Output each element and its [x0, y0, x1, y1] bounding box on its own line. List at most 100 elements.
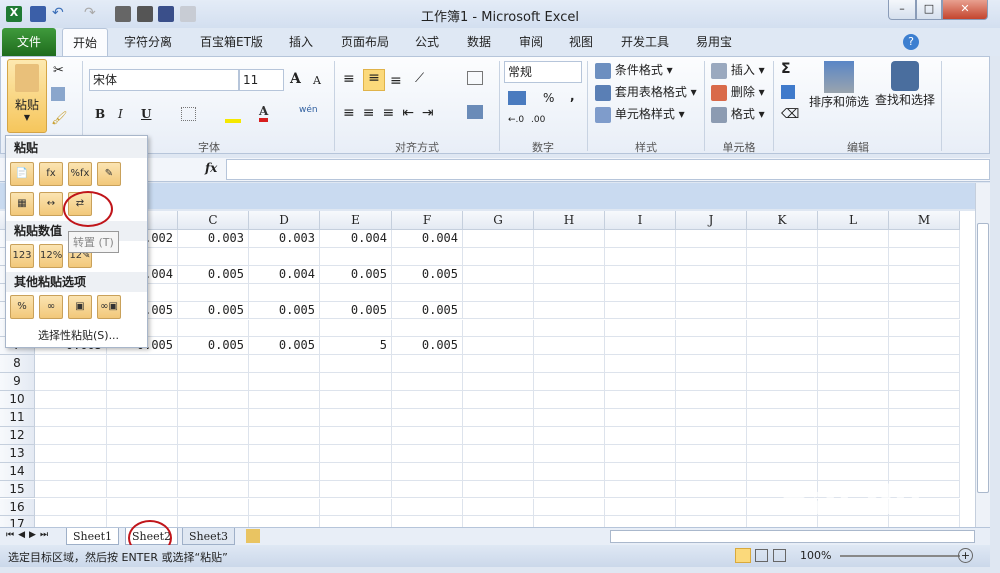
cell-I15[interactable] [605, 480, 676, 499]
cell-B16[interactable] [107, 498, 178, 517]
cell-F3[interactable]: 0.005 [392, 265, 463, 284]
cell-D12[interactable] [249, 426, 320, 445]
fx-icon[interactable]: fx [205, 161, 217, 175]
cell-I14[interactable] [605, 462, 676, 481]
cell-J7[interactable] [676, 337, 747, 356]
cell-F10[interactable] [392, 391, 463, 409]
cell-H10[interactable] [534, 391, 605, 409]
conditional-format-button[interactable]: 条件格式 ▾ [595, 61, 673, 79]
paste-option-icons2-1-icon[interactable]: ↔ [39, 192, 63, 216]
cell-G15[interactable] [463, 480, 534, 499]
vertical-scrollbar[interactable] [975, 183, 990, 528]
cell-L13[interactable] [818, 444, 889, 463]
cell-J5[interactable] [676, 301, 747, 320]
font-color-button[interactable]: A [259, 104, 269, 122]
cell-H4[interactable] [534, 283, 605, 302]
page-layout-view-icon[interactable] [755, 549, 768, 562]
cell-D8[interactable] [249, 355, 320, 374]
row-header[interactable]: 9 [0, 373, 35, 392]
cell-F14[interactable] [392, 462, 463, 481]
cell-D14[interactable] [249, 462, 320, 481]
font-name-select[interactable]: 宋体 [89, 69, 239, 91]
cell-M17[interactable] [889, 516, 960, 527]
merge-icon[interactable] [467, 105, 483, 119]
delete-cells-button[interactable]: 删除 ▾ [711, 83, 765, 101]
cell-J6[interactable] [676, 319, 747, 338]
cell-J11[interactable] [676, 409, 747, 427]
cell-K4[interactable] [747, 283, 818, 302]
align-middle-icon[interactable]: ≡ [363, 69, 385, 91]
cell-D1[interactable]: 0.003 [249, 230, 320, 248]
cell-G7[interactable] [463, 337, 534, 356]
column-header-j[interactable]: J [676, 211, 747, 230]
cell-F4[interactable] [392, 283, 463, 302]
cell-F1[interactable]: 0.004 [392, 230, 463, 248]
percent-button[interactable]: % [543, 91, 554, 105]
cell-K5[interactable] [747, 301, 818, 320]
cell-M14[interactable] [889, 462, 960, 481]
cell-K8[interactable] [747, 355, 818, 374]
align-top-icon[interactable]: ≡ [343, 71, 355, 87]
cell-E3[interactable]: 0.005 [320, 265, 392, 284]
cell-G8[interactable] [463, 355, 534, 374]
cell-G3[interactable] [463, 265, 534, 284]
cell-K10[interactable] [747, 391, 818, 409]
cell-I12[interactable] [605, 426, 676, 445]
cell-K1[interactable] [747, 230, 818, 248]
tab-view[interactable]: 视图 [559, 28, 603, 56]
italic-button[interactable]: I [118, 107, 123, 121]
cell-F2[interactable] [392, 247, 463, 266]
cell-D13[interactable] [249, 444, 320, 463]
cell-E4[interactable] [320, 283, 392, 302]
cell-M5[interactable] [889, 301, 960, 320]
cell-M15[interactable] [889, 480, 960, 499]
tab-file[interactable]: 文件 [2, 28, 56, 56]
cell-C17[interactable] [178, 516, 249, 527]
cell-J15[interactable] [676, 480, 747, 499]
cell-J10[interactable] [676, 391, 747, 409]
cell-B12[interactable] [107, 426, 178, 445]
cell-B11[interactable] [107, 409, 178, 427]
tab-data[interactable]: 数据 [457, 28, 501, 56]
font-size-select[interactable]: 11 [239, 69, 284, 91]
tab-developer[interactable]: 开发工具 [611, 28, 679, 56]
cell-I17[interactable] [605, 516, 676, 527]
row-header[interactable]: 15 [0, 480, 35, 499]
horizontal-scrollbar[interactable] [610, 530, 975, 543]
zoom-in-icon[interactable]: + [958, 548, 973, 563]
paste-option-icons3-1-icon[interactable]: 12% [39, 244, 63, 268]
cell-K3[interactable] [747, 265, 818, 284]
cell-E2[interactable] [320, 247, 392, 266]
cell-K6[interactable] [747, 319, 818, 338]
paste-option-icons2-0-icon[interactable]: ▦ [10, 192, 34, 216]
cell-J2[interactable] [676, 247, 747, 266]
paste-option-icons4-2-icon[interactable]: ▣ [68, 295, 92, 319]
cell-B15[interactable] [107, 480, 178, 499]
orientation-icon[interactable]: ⟋ [415, 71, 424, 86]
cell-G16[interactable] [463, 498, 534, 517]
cell-G9[interactable] [463, 373, 534, 392]
column-header-f[interactable]: F [392, 211, 463, 230]
cell-L10[interactable] [818, 391, 889, 409]
cell-K17[interactable] [747, 516, 818, 527]
row-header[interactable]: 12 [0, 426, 35, 445]
row-header[interactable]: 16 [0, 498, 35, 517]
cell-K7[interactable] [747, 337, 818, 356]
cell-J3[interactable] [676, 265, 747, 284]
page-break-view-icon[interactable] [773, 549, 786, 562]
cell-F7[interactable]: 0.005 [392, 337, 463, 356]
cell-H2[interactable] [534, 247, 605, 266]
cell-E16[interactable] [320, 498, 392, 517]
sheet-tab-3[interactable]: Sheet3 [182, 528, 236, 545]
cell-L8[interactable] [818, 355, 889, 374]
column-header-e[interactable]: E [320, 211, 392, 230]
column-header-c[interactable]: C [178, 211, 249, 230]
cell-L9[interactable] [818, 373, 889, 392]
cell-G11[interactable] [463, 409, 534, 427]
cell-F12[interactable] [392, 426, 463, 445]
scroll-thumb[interactable] [977, 223, 989, 493]
cell-G1[interactable] [463, 230, 534, 248]
cell-L11[interactable] [818, 409, 889, 427]
cell-D3[interactable]: 0.004 [249, 265, 320, 284]
row-header[interactable]: 17 [0, 516, 35, 527]
